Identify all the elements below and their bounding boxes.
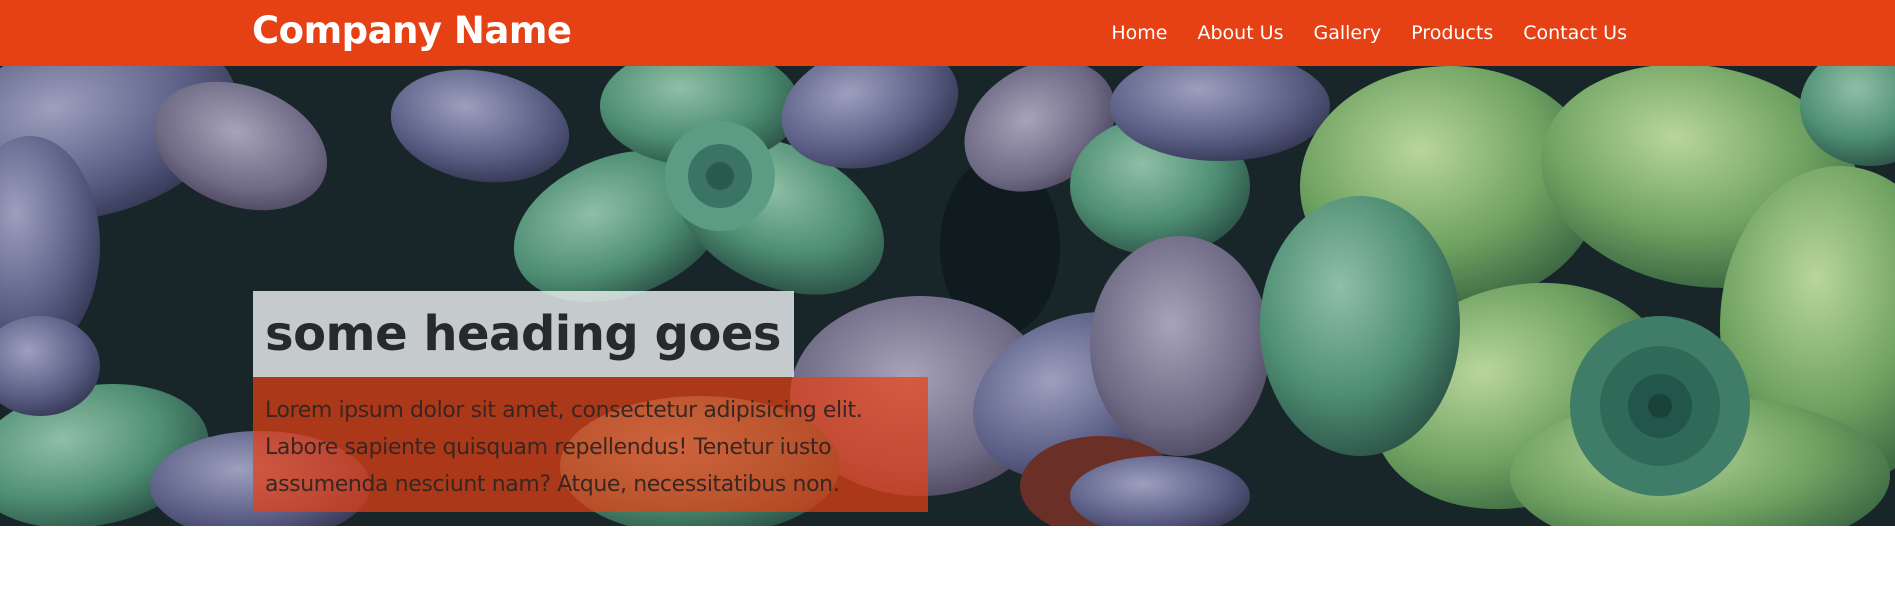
nav-item-contact-us[interactable]: Contact Us — [1523, 20, 1627, 46]
hero-heading-box: some heading goes — [253, 291, 794, 377]
main-nav: Home About Us Gallery Products Contact U… — [1081, 20, 1627, 46]
navbar: Company Name Home About Us Gallery Produ… — [0, 0, 1895, 66]
hero-text-box: Lorem ipsum dolor sit amet, consectetur … — [253, 377, 928, 512]
hero-section: some heading goes Lorem ipsum dolor sit … — [0, 66, 1895, 526]
nav-item-products[interactable]: Products — [1411, 20, 1493, 46]
nav-item-about-us[interactable]: About Us — [1197, 20, 1283, 46]
hero-text-line-3: assumenda nesciunt nam? Atque, necessita… — [265, 472, 840, 497]
nav-item-gallery[interactable]: Gallery — [1314, 20, 1382, 46]
brand-logo-text[interactable]: Company Name — [252, 8, 572, 54]
hero-text-line-1: Lorem ipsum dolor sit amet, consectetur … — [265, 398, 863, 423]
hero-text-line-2: Labore sapiente quisquam repellendus! Te… — [265, 435, 832, 460]
nav-item-home[interactable]: Home — [1111, 20, 1167, 46]
hero-heading: some heading goes — [265, 306, 781, 362]
